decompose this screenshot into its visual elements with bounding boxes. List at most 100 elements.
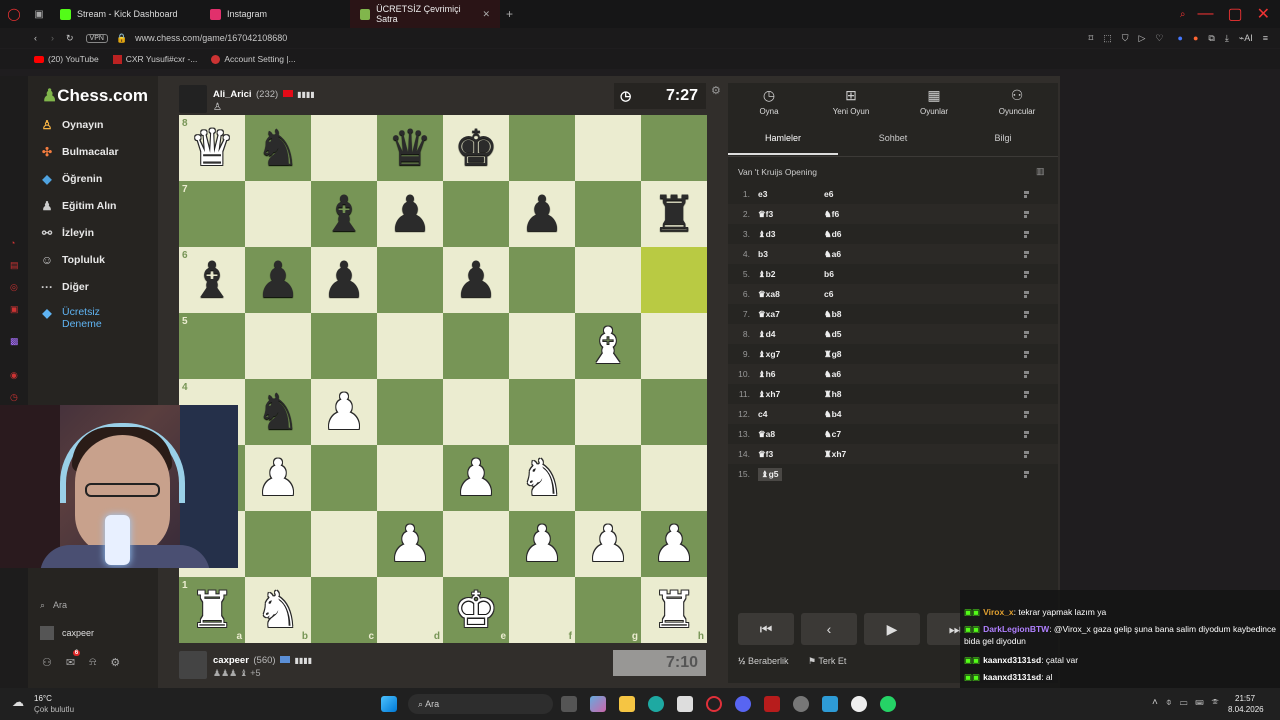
square-e5[interactable] [443,313,509,379]
white-move[interactable]: e3 [758,189,824,199]
square-e6[interactable]: ♟ [443,247,509,313]
square-e3[interactable]: ♟ [443,445,509,511]
white-move[interactable]: ♝d4 [758,329,824,340]
square-g5[interactable]: ♝ [575,313,641,379]
aria-ai-button[interactable]: ⌁AI [1239,33,1253,44]
bookmark-account[interactable]: Account Setting |... [211,54,296,64]
tab-play[interactable]: ◷ Oyna [728,87,810,116]
black-move[interactable]: ♜xh7 [824,449,890,460]
search-input[interactable]: Ara [53,600,67,611]
app-icon[interactable] [764,696,780,712]
taskbar-search[interactable]: ⌕ Ara [408,694,553,714]
square-g3[interactable] [575,445,641,511]
white-move[interactable]: ♛f3 [758,449,824,460]
black-pawn-icon[interactable]: ♟ [454,255,499,305]
white-move[interactable]: ♝h6 [758,369,824,380]
square-e2[interactable] [443,511,509,577]
discord-icon[interactable] [735,696,751,712]
tab-instagram[interactable]: Instagram [200,0,350,28]
square-a8[interactable]: 8 ♛ [179,115,245,181]
black-bishop-icon[interactable]: ♝ [322,189,367,239]
windows-start-icon[interactable] [381,696,397,712]
heart-icon[interactable]: ♡ [1155,33,1163,44]
shield-icon[interactable]: ⛉ [1122,33,1129,44]
sidebar-icon-4[interactable]: ▣ [10,304,19,315]
extension-icon[interactable]: ● [1178,33,1183,43]
black-pawn-icon[interactable]: ♟ [256,255,301,305]
search-icon[interactable]: ⌕ [1180,9,1186,20]
square-b6[interactable]: ♟ [245,247,311,313]
square-h6[interactable] [641,247,707,313]
subtab-chat[interactable]: Sohbet [838,133,948,143]
chat-username[interactable]: Virox_x [983,607,1014,617]
settings-icon[interactable] [793,696,809,712]
friends-icon[interactable]: ⚇ [42,656,52,669]
new-tab-icon[interactable]: + [506,7,513,21]
sidebar-icon-2[interactable]: ▤ [10,260,19,271]
square-f3[interactable]: ♞ [509,445,575,511]
tray-icons[interactable]: ˄⌽▭⌨☏ [1152,697,1227,708]
square-b4[interactable]: ♞ [245,379,311,445]
white-pawn-icon[interactable]: ♟ [586,519,631,569]
square-d4[interactable] [377,379,443,445]
square-h1[interactable]: h ♜ [641,577,707,643]
free-trial-link[interactable]: ◆ Ücretsiz Deneme [40,306,112,330]
square-d6[interactable] [377,247,443,313]
app-icon-2[interactable] [822,696,838,712]
mail-icon[interactable]: ✉ 6 [66,650,81,669]
white-move[interactable]: ♝b2 [758,269,824,280]
white-move[interactable]: ♝xh7 [758,389,824,400]
extensions-icon[interactable]: ⧉ [1208,33,1214,44]
white-rook-icon[interactable]: ♜ [190,585,235,635]
snapshot-icon[interactable]: ⬚ [1103,33,1112,44]
white-move[interactable]: c4 [758,409,824,419]
square-c5[interactable] [311,313,377,379]
square-b8[interactable]: ♞ [245,115,311,181]
avatar[interactable] [179,650,207,679]
forward-icon[interactable]: › [51,33,54,43]
black-move[interactable]: ♞b4 [824,409,890,420]
sidebar-item-learn[interactable]: ◆ Öğrenin [40,172,102,186]
player-name[interactable]: caxpeer [213,655,249,666]
square-d8[interactable]: ♛ [377,115,443,181]
avatar[interactable] [179,84,207,113]
black-knight-icon[interactable]: ♞ [256,123,301,173]
task-view-icon[interactable] [561,696,577,712]
chat-username[interactable]: kaanxd3131sd [983,655,1041,665]
copilot-icon[interactable] [590,696,606,712]
square-b2[interactable] [245,511,311,577]
square-c2[interactable] [311,511,377,577]
sidebar-item-community[interactable]: ☺ Topluluk [40,253,105,267]
player-icon[interactable]: ▷ [1139,33,1146,44]
black-move[interactable]: ♞c7 [824,429,890,440]
square-c8[interactable] [311,115,377,181]
sidebar-item-coaching[interactable]: ♟ Eğitim Alın [40,199,117,213]
sidebar-icon-1[interactable]: ◔ [10,238,15,248]
white-queen-icon[interactable]: ♛ [190,123,235,173]
bookmark-youtube[interactable]: (20) YouTube [34,54,99,64]
close-tab-icon[interactable]: ✕ [482,9,490,20]
sidebar-item-puzzles[interactable]: ✣ Bulmacalar [40,145,119,159]
obs-icon[interactable] [851,696,867,712]
subtab-moves[interactable]: Hamleler [728,133,838,155]
menu-icon[interactable]: ≡ [1263,33,1268,43]
black-pawn-icon[interactable]: ♟ [322,255,367,305]
square-d3[interactable] [377,445,443,511]
workspaces-icon[interactable]: ▣ [28,9,50,20]
square-c4[interactable]: ♟ [311,379,377,445]
white-rook-icon[interactable]: ♜ [652,585,697,635]
white-knight-icon[interactable]: ♞ [520,453,565,503]
black-move[interactable]: ♞d5 [824,329,890,340]
opera-logo-icon[interactable]: ◯ [0,7,28,21]
tab-kick[interactable]: Stream - Kick Dashboard [50,0,200,28]
square-a1[interactable]: 1 a ♜ [179,577,245,643]
vpn-badge[interactable]: VPN [85,33,108,43]
sidebar-icon-3[interactable]: ◎ [10,282,18,293]
chat-username[interactable]: DarkLegionBTW [983,624,1049,634]
black-bishop-icon[interactable]: ♝ [190,255,235,305]
white-pawn-icon[interactable]: ♟ [454,453,499,503]
sidebar-icon-6[interactable]: ◷ [10,392,18,403]
opera-icon[interactable] [706,696,722,712]
square-e8[interactable]: ♚ [443,115,509,181]
whatsapp-icon[interactable] [880,696,896,712]
